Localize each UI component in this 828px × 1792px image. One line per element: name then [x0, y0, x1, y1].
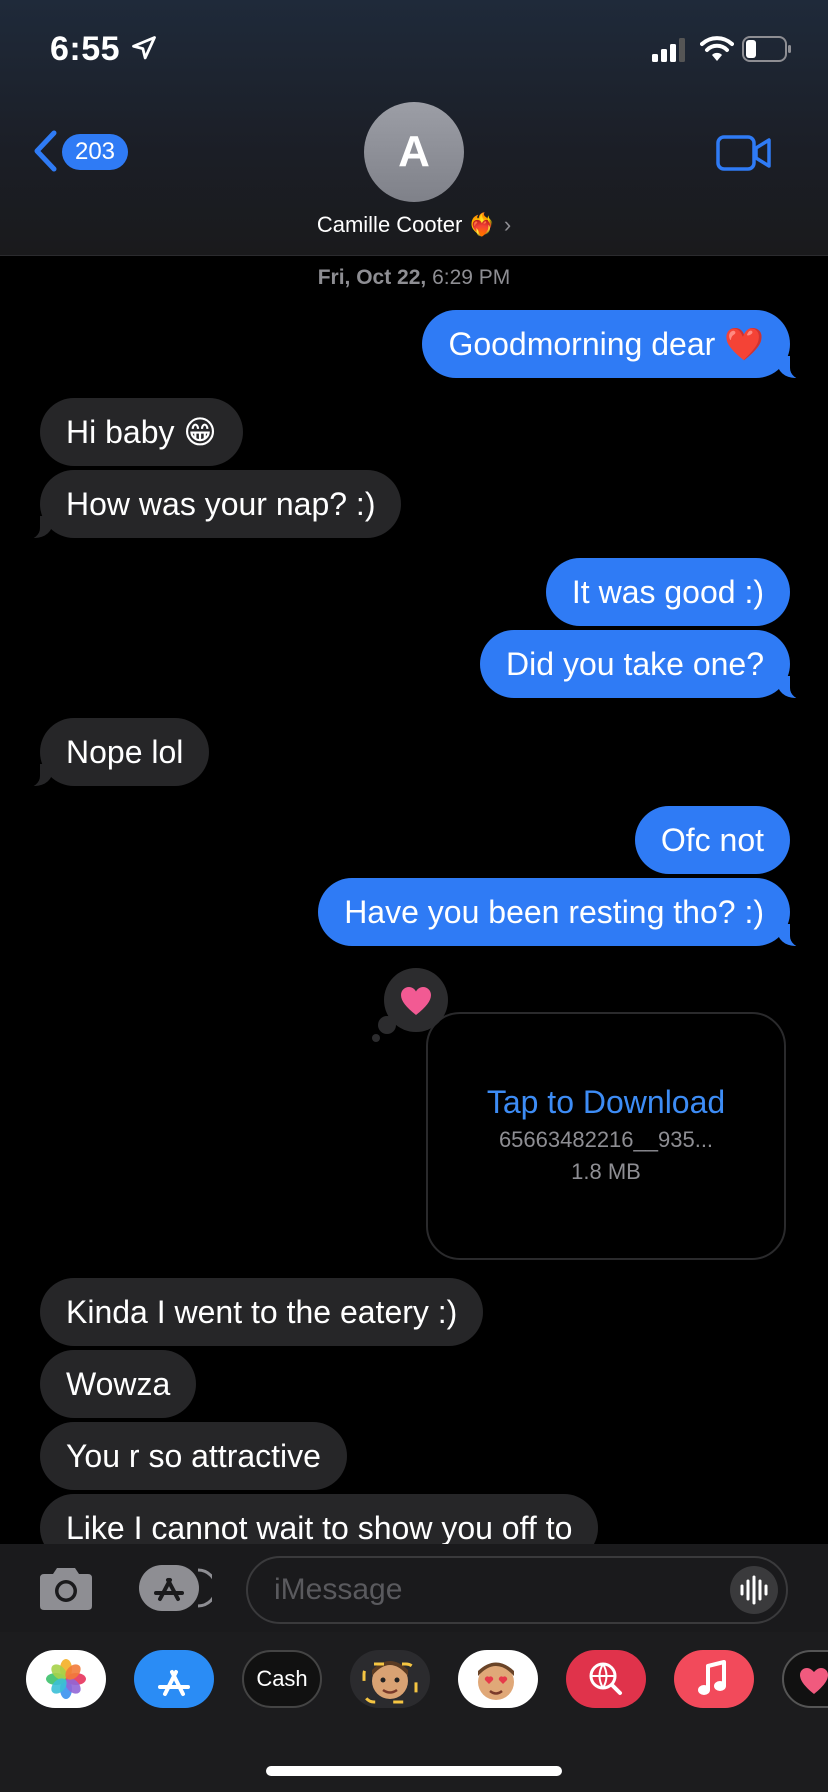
- image-search-icon[interactable]: [566, 1650, 646, 1708]
- contact-avatar[interactable]: A: [364, 102, 464, 202]
- wifi-icon: [700, 36, 734, 61]
- incoming-message[interactable]: You r so attractive: [40, 1422, 347, 1490]
- outgoing-message[interactable]: It was good :): [545, 558, 790, 626]
- incoming-message[interactable]: How was your nap? :): [17, 470, 402, 540]
- audio-message-button[interactable]: [730, 1566, 778, 1614]
- unread-count-badge: 203: [62, 134, 128, 170]
- status-time: 6:55: [50, 30, 121, 68]
- attachment-download[interactable]: Tap to Download 65663482216__935... 1.8 …: [426, 1012, 786, 1260]
- facetime-video-icon[interactable]: [716, 134, 772, 172]
- reaction-bubble-dot: [372, 1034, 380, 1042]
- incoming-message[interactable]: Nope lol: [17, 718, 210, 788]
- imessage-app-tray: Cash: [0, 1632, 828, 1792]
- app-store-glyph-icon: [158, 1670, 190, 1696]
- music-icon[interactable]: [674, 1650, 754, 1708]
- cellular-signal-icon: [652, 38, 685, 62]
- battery-icon: [742, 36, 791, 62]
- heart-touch-icon: [800, 1668, 828, 1694]
- tapback-reaction[interactable]: [372, 968, 448, 1042]
- outgoing-message[interactable]: Did you take one?: [480, 630, 812, 700]
- back-button[interactable]: 203: [32, 128, 132, 174]
- imessage-input[interactable]: iMessage: [246, 1556, 788, 1624]
- incoming-message[interactable]: Hi baby 😁: [40, 398, 243, 466]
- outgoing-message[interactable]: Goodmorning dear ❤️: [422, 310, 812, 380]
- digital-touch-icon[interactable]: [782, 1650, 828, 1708]
- outgoing-message[interactable]: Have you been resting tho? :): [318, 878, 812, 948]
- memoji-stickers-icon[interactable]: [350, 1650, 430, 1708]
- outgoing-message[interactable]: Ofc not: [634, 806, 790, 874]
- location-arrow-icon: [132, 36, 156, 60]
- waveform-icon: [740, 1575, 768, 1605]
- thread-timestamp: Fri, Oct 22, 6:29 PM: [0, 266, 828, 290]
- memoji-heart-eyes-icon: [478, 1662, 514, 1700]
- app-store-icon[interactable]: [134, 1650, 214, 1708]
- incoming-message[interactable]: Wowza: [40, 1350, 197, 1418]
- heart-icon: [401, 987, 431, 1015]
- conversation-header: 6:55 203 A Camille Cooter ❤️‍🔥 ›: [0, 0, 828, 256]
- camera-icon[interactable]: [36, 1566, 96, 1612]
- app-store-drawer-icon[interactable]: [138, 1564, 212, 1612]
- chevron-left-icon: [34, 130, 57, 172]
- music-note-icon: [698, 1660, 726, 1695]
- globe-magnifier-icon: [589, 1662, 622, 1695]
- contact-name-button[interactable]: Camille Cooter ❤️‍🔥 ›: [0, 212, 828, 238]
- attachment-filename: 65663482216__935...: [498, 1127, 714, 1152]
- apple-cash-icon[interactable]: Cash: [242, 1650, 322, 1708]
- timestamp-time: 6:29 PM: [432, 266, 511, 289]
- tap-to-download-link[interactable]: Tap to Download: [428, 1084, 784, 1121]
- chevron-right-icon: ›: [503, 212, 512, 237]
- photos-icon[interactable]: [26, 1650, 106, 1708]
- animoji-icon[interactable]: [458, 1650, 538, 1708]
- reaction-bubble-dot: [378, 1016, 396, 1034]
- message-composer: iMessage: [0, 1544, 828, 1632]
- attachment-size: 1.8 MB: [571, 1159, 641, 1184]
- memoji-face-icon: [362, 1661, 418, 1704]
- message-placeholder: iMessage: [274, 1573, 403, 1606]
- home-indicator[interactable]: [266, 1766, 562, 1776]
- timestamp-date: Fri, Oct 22,: [317, 266, 427, 289]
- contact-name: Camille Cooter ❤️‍🔥: [316, 212, 496, 237]
- incoming-message[interactable]: Kinda I went to the eatery :): [40, 1278, 484, 1346]
- photos-flower-icon: [46, 1659, 86, 1699]
